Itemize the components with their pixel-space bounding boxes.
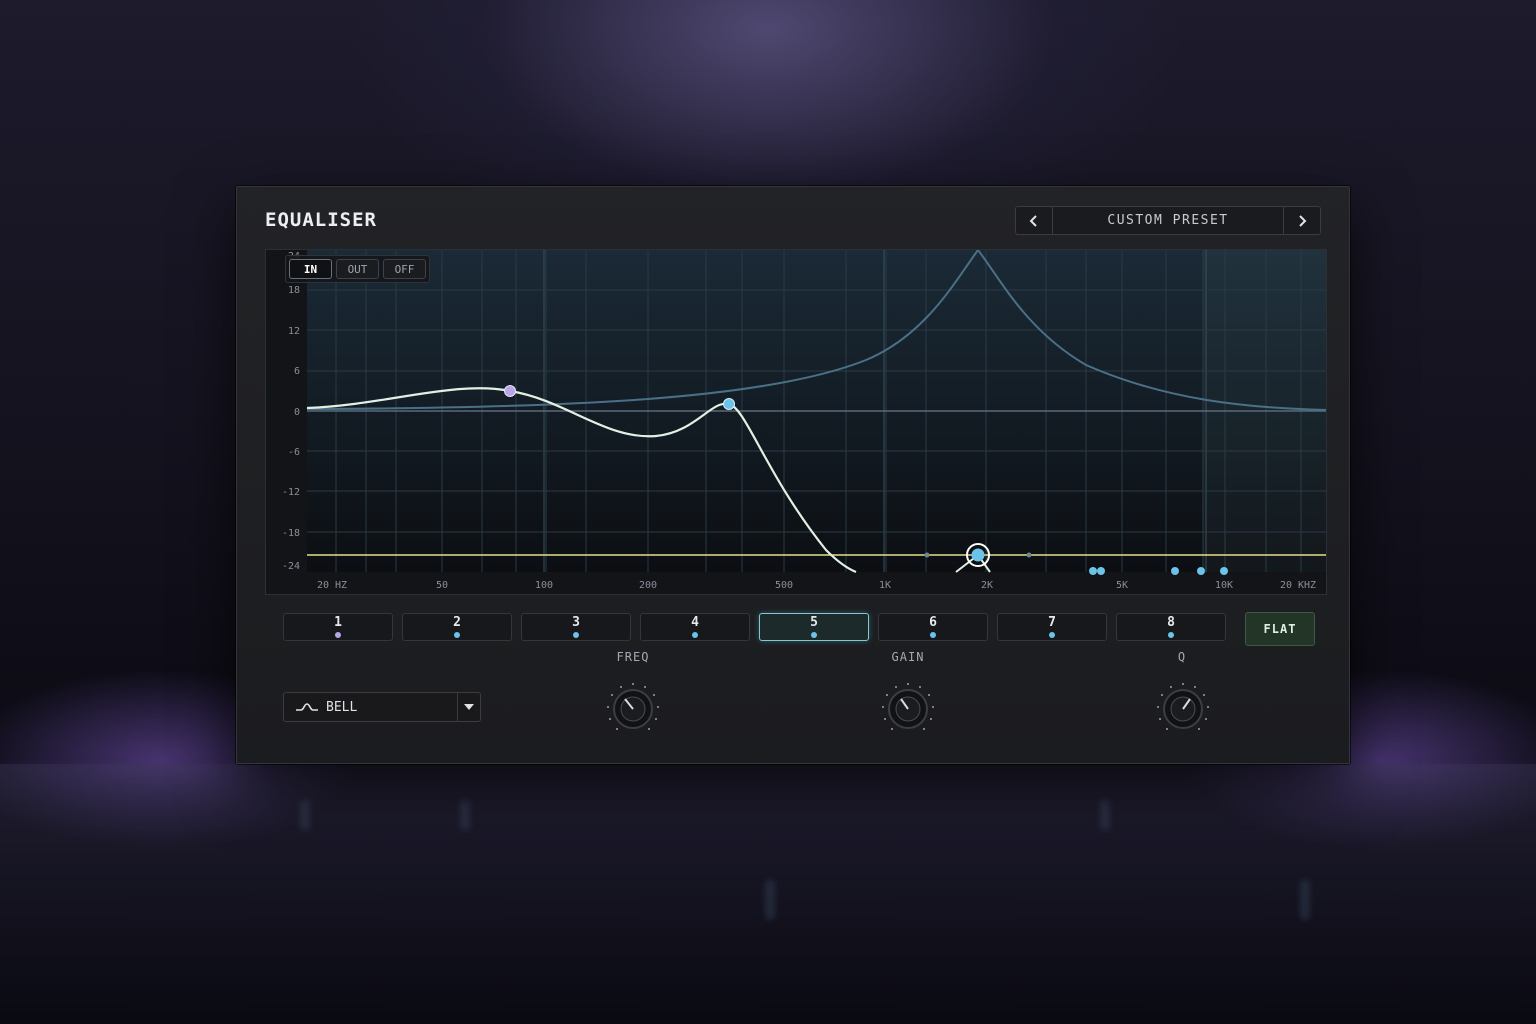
equaliser-panel: EQUALISER CUSTOM PRESET 18 12 6 0 -6 -12…	[236, 186, 1350, 764]
band-3-node[interactable]	[1089, 567, 1097, 575]
band-color-dot	[335, 632, 341, 638]
x-tick-label: 20 HZ	[317, 580, 347, 591]
band-number: 6	[929, 615, 937, 630]
x-tick-label: 2K	[981, 580, 993, 591]
band-color-dot	[573, 632, 579, 638]
filter-type-select[interactable]: BELL	[283, 692, 481, 722]
y-tick-label: 12	[288, 326, 300, 337]
y-tick-label: -18	[282, 528, 300, 539]
x-tick-label: 20 KHZ	[1280, 580, 1316, 591]
band-button-2[interactable]: 2	[402, 613, 512, 641]
gain-label: GAIN	[891, 650, 925, 664]
chevron-down-icon	[457, 693, 480, 721]
x-tick-label: 200	[639, 580, 657, 591]
x-tick-label: 50	[436, 580, 448, 591]
band-button-8[interactable]: 8	[1116, 613, 1226, 641]
band-button-1[interactable]: 1	[283, 613, 393, 641]
freq-label: FREQ	[616, 650, 650, 664]
band-2-node[interactable]	[723, 398, 735, 410]
x-tick-label: 1K	[879, 580, 891, 591]
band-5-width-handle[interactable]	[924, 552, 930, 558]
reflection-glint	[300, 800, 310, 830]
band-color-dot	[811, 632, 817, 638]
gain-knob[interactable]	[880, 681, 936, 737]
x-tick-label: 5K	[1116, 580, 1128, 591]
band-5-node[interactable]	[971, 548, 985, 562]
band-color-dot	[692, 632, 698, 638]
reflection-glint	[460, 800, 470, 830]
band-color-dot	[454, 632, 460, 638]
band-number: 4	[691, 615, 699, 630]
band-selector: 1 2 3 4 5 6 7 8	[283, 613, 1226, 641]
eq-graph-canvas: 24 18 12 6 0 -6 -12 -18 -24 20 HZ 50 100…	[282, 250, 1326, 591]
preset-selector: CUSTOM PRESET	[1015, 206, 1321, 235]
chevron-left-icon	[1029, 214, 1037, 227]
band-color-dot	[1168, 632, 1174, 638]
band-button-6[interactable]: 6	[878, 613, 988, 641]
band-button-4[interactable]: 4	[640, 613, 750, 641]
preset-next-button[interactable]	[1283, 207, 1320, 234]
band-7-node[interactable]	[1197, 567, 1205, 575]
mode-toggle-group: IN OUT OFF	[285, 255, 430, 283]
preset-name[interactable]: CUSTOM PRESET	[1053, 207, 1283, 234]
chevron-right-icon	[1299, 214, 1307, 227]
band-button-7[interactable]: 7	[997, 613, 1107, 641]
x-tick-label: 10K	[1215, 580, 1233, 591]
band-color-dot	[930, 632, 936, 638]
bell-curve-icon	[296, 703, 318, 711]
band-4-node[interactable]	[1097, 567, 1105, 575]
y-tick-label: -24	[282, 561, 300, 572]
mode-in-button[interactable]: IN	[289, 259, 332, 279]
x-tick-label: 100	[535, 580, 553, 591]
band-number: 7	[1048, 615, 1056, 630]
q-knob[interactable]	[1155, 681, 1211, 737]
preset-prev-button[interactable]	[1016, 207, 1053, 234]
y-tick-label: -6	[288, 447, 300, 458]
band-number: 8	[1167, 615, 1175, 630]
band-button-3[interactable]: 3	[521, 613, 631, 641]
y-tick-label: 0	[294, 407, 300, 418]
band-button-5[interactable]: 5	[759, 613, 869, 641]
band-8-node[interactable]	[1220, 567, 1228, 575]
reflection-glint	[765, 880, 775, 920]
reflection-glint	[1300, 880, 1310, 920]
q-label: Q	[1177, 650, 1187, 664]
flat-button[interactable]: FLAT	[1245, 612, 1315, 646]
band-1-node[interactable]	[504, 385, 516, 397]
band-number: 2	[453, 615, 461, 630]
band-6-node[interactable]	[1171, 567, 1179, 575]
band-number: 3	[572, 615, 580, 630]
freq-knob[interactable]	[605, 681, 661, 737]
y-tick-label: -12	[282, 487, 300, 498]
reflection-glint	[1100, 800, 1110, 830]
filter-type-label: BELL	[326, 699, 358, 715]
y-tick-label: 18	[288, 285, 300, 296]
mode-out-button[interactable]: OUT	[336, 259, 379, 279]
mode-off-button[interactable]: OFF	[383, 259, 426, 279]
x-tick-label: 500	[775, 580, 793, 591]
band-5-width-handle[interactable]	[1026, 552, 1032, 558]
band-color-dot	[1049, 632, 1055, 638]
band-number: 5	[810, 615, 818, 630]
y-tick-label: 6	[294, 366, 300, 377]
band-number: 1	[334, 615, 342, 630]
page-title: EQUALISER	[265, 209, 377, 231]
eq-graph[interactable]: 24 18 12 6 0 -6 -12 -18 -24 20 HZ 50 100…	[265, 249, 1327, 595]
